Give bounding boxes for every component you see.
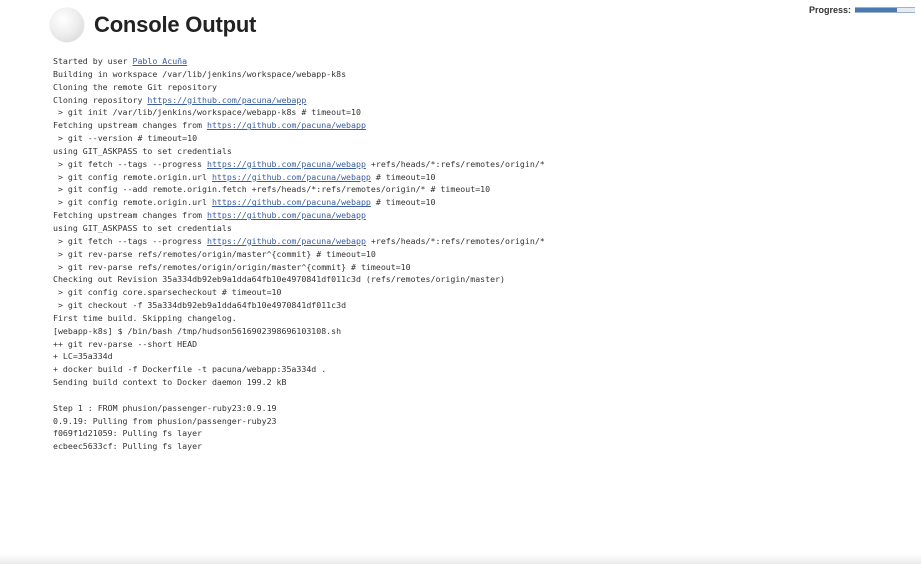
build-progress: Progress: bbox=[809, 5, 915, 15]
console-line: Started by user Pablo Acuña bbox=[53, 55, 915, 68]
console-text: > git rev-parse refs/remotes/origin/orig… bbox=[53, 261, 411, 272]
console-line: > git fetch --tags --progress https://gi… bbox=[53, 235, 915, 248]
console-line: Fetching upstream changes from https://g… bbox=[53, 119, 915, 132]
console-text: ++ git rev-parse --short HEAD bbox=[53, 338, 198, 349]
console-link[interactable]: Pablo Acuña bbox=[132, 56, 187, 66]
console-link[interactable]: https://github.com/pacuna/webapp bbox=[207, 159, 366, 169]
console-text: > git init /var/lib/jenkins/workspace/we… bbox=[53, 107, 361, 118]
console-line: > git rev-parse refs/remotes/origin/orig… bbox=[53, 261, 915, 274]
console-link[interactable]: https://github.com/pacuna/webapp bbox=[207, 236, 366, 246]
console-text: Cloning repository bbox=[53, 94, 148, 105]
console-line: > git --version # timeout=10 bbox=[53, 132, 915, 145]
console-text: ecbeec5633cf: Pulling fs layer bbox=[53, 441, 203, 452]
console-line: Sending build context to Docker daemon 1… bbox=[53, 376, 915, 389]
console-line: > git checkout -f 35a334db92eb9a1dda64fb… bbox=[53, 299, 915, 312]
console-text: using GIT_ASKPASS to set credentials bbox=[53, 145, 232, 156]
console-line: Building in workspace /var/lib/jenkins/w… bbox=[53, 68, 915, 81]
console-text: + LC=35a334d bbox=[53, 351, 113, 362]
console-line: f069f1d21059: Pulling fs layer bbox=[53, 427, 915, 440]
console-text: Sending build context to Docker daemon 1… bbox=[53, 377, 287, 388]
console-text: + docker build -f Dockerfile -t pacuna/w… bbox=[53, 364, 327, 375]
console-text: Checking out Revision 35a334db92eb9a1dda… bbox=[53, 274, 505, 285]
console-line: ++ git rev-parse --short HEAD bbox=[53, 338, 915, 351]
console-text: using GIT_ASKPASS to set credentials bbox=[53, 222, 232, 233]
console-text: Step 1 : FROM phusion/passenger-ruby23:0… bbox=[53, 402, 277, 413]
console-text: > git rev-parse refs/remotes/origin/mast… bbox=[53, 248, 376, 259]
console-text: > git fetch --tags --progress bbox=[53, 235, 207, 246]
console-text: Cloning the remote Git repository bbox=[53, 81, 217, 92]
console-line: > git config --add remote.origin.fetch +… bbox=[53, 183, 915, 196]
console-line: Cloning repository https://github.com/pa… bbox=[53, 94, 915, 107]
progress-fill bbox=[855, 8, 897, 12]
console-line: 0.9.19: Pulling from phusion/passenger-r… bbox=[53, 415, 915, 428]
console-text: Fetching upstream changes from bbox=[53, 210, 207, 221]
console-text: +refs/heads/*:refs/remotes/origin/* bbox=[365, 158, 545, 169]
console-line: > git init /var/lib/jenkins/workspace/we… bbox=[53, 106, 915, 119]
console-link[interactable]: https://github.com/pacuna/webapp bbox=[212, 197, 371, 207]
console-text: > git config remote.origin.url bbox=[53, 197, 212, 208]
console-line: > git rev-parse refs/remotes/origin/mast… bbox=[53, 248, 915, 261]
console-line: + docker build -f Dockerfile -t pacuna/w… bbox=[53, 363, 915, 376]
console-text: > git fetch --tags --progress bbox=[53, 158, 207, 169]
console-text: Started by user bbox=[53, 56, 133, 66]
console-line: using GIT_ASKPASS to set credentials bbox=[53, 222, 915, 235]
console-line: Fetching upstream changes from https://g… bbox=[53, 209, 915, 222]
console-line: > git fetch --tags --progress https://gi… bbox=[53, 158, 915, 171]
console-line: + LC=35a334d bbox=[53, 350, 915, 363]
console-text: First time build. Skipping changelog. bbox=[53, 312, 237, 323]
console-link[interactable]: https://github.com/pacuna/webapp bbox=[207, 210, 366, 220]
console-text: 0.9.19: Pulling from phusion/passenger-r… bbox=[53, 415, 277, 426]
console-text: > git config --add remote.origin.fetch +… bbox=[53, 184, 491, 195]
page-title: Console Output bbox=[94, 12, 257, 37]
console-text: [webapp-k8s] $ /bin/bash /tmp/hudson5616… bbox=[53, 325, 342, 336]
progress-bar[interactable] bbox=[855, 7, 915, 13]
console-output: Started by user Pablo Acuña Building in w… bbox=[53, 55, 915, 453]
console-line: First time build. Skipping changelog. bbox=[53, 312, 915, 325]
console-line: Step 1 : FROM phusion/passenger-ruby23:0… bbox=[53, 402, 915, 415]
console-line: > git config remote.origin.url https://g… bbox=[53, 196, 915, 209]
page-bottom-fade bbox=[0, 554, 921, 564]
console-text: > git checkout -f 35a334db92eb9a1dda64fb… bbox=[53, 300, 347, 311]
console-text: # timeout=10 bbox=[370, 171, 436, 182]
console-line: using GIT_ASKPASS to set credentials bbox=[53, 145, 915, 158]
console-text: > git config core.sparsecheckout # timeo… bbox=[53, 287, 282, 298]
console-text: +refs/heads/*:refs/remotes/origin/* bbox=[365, 235, 545, 246]
console-header: Console Output bbox=[50, 4, 256, 46]
console-text: # timeout=10 bbox=[370, 197, 436, 208]
console-line: Cloning the remote Git repository bbox=[53, 81, 915, 94]
console-line: ecbeec5633cf: Pulling fs layer bbox=[53, 440, 915, 453]
console-line: > git config core.sparsecheckout # timeo… bbox=[53, 286, 915, 299]
console-icon bbox=[50, 8, 84, 42]
console-text: Fetching upstream changes from bbox=[53, 120, 207, 131]
console-line: > git config remote.origin.url https://g… bbox=[53, 171, 915, 184]
console-text: > git --version # timeout=10 bbox=[53, 133, 198, 144]
console-text: f069f1d21059: Pulling fs layer bbox=[53, 428, 203, 439]
console-link[interactable]: https://github.com/pacuna/webapp bbox=[207, 120, 366, 130]
progress-label: Progress: bbox=[808, 5, 851, 15]
console-link[interactable]: https://github.com/pacuna/webapp bbox=[212, 172, 371, 182]
console-line: [webapp-k8s] $ /bin/bash /tmp/hudson5616… bbox=[53, 325, 915, 338]
console-link[interactable]: https://github.com/pacuna/webapp bbox=[147, 95, 306, 105]
console-text: Building in workspace /var/lib/jenkins/w… bbox=[53, 68, 347, 79]
console-line: Checking out Revision 35a334db92eb9a1dda… bbox=[53, 273, 915, 286]
console-text: > git config remote.origin.url bbox=[53, 171, 212, 182]
